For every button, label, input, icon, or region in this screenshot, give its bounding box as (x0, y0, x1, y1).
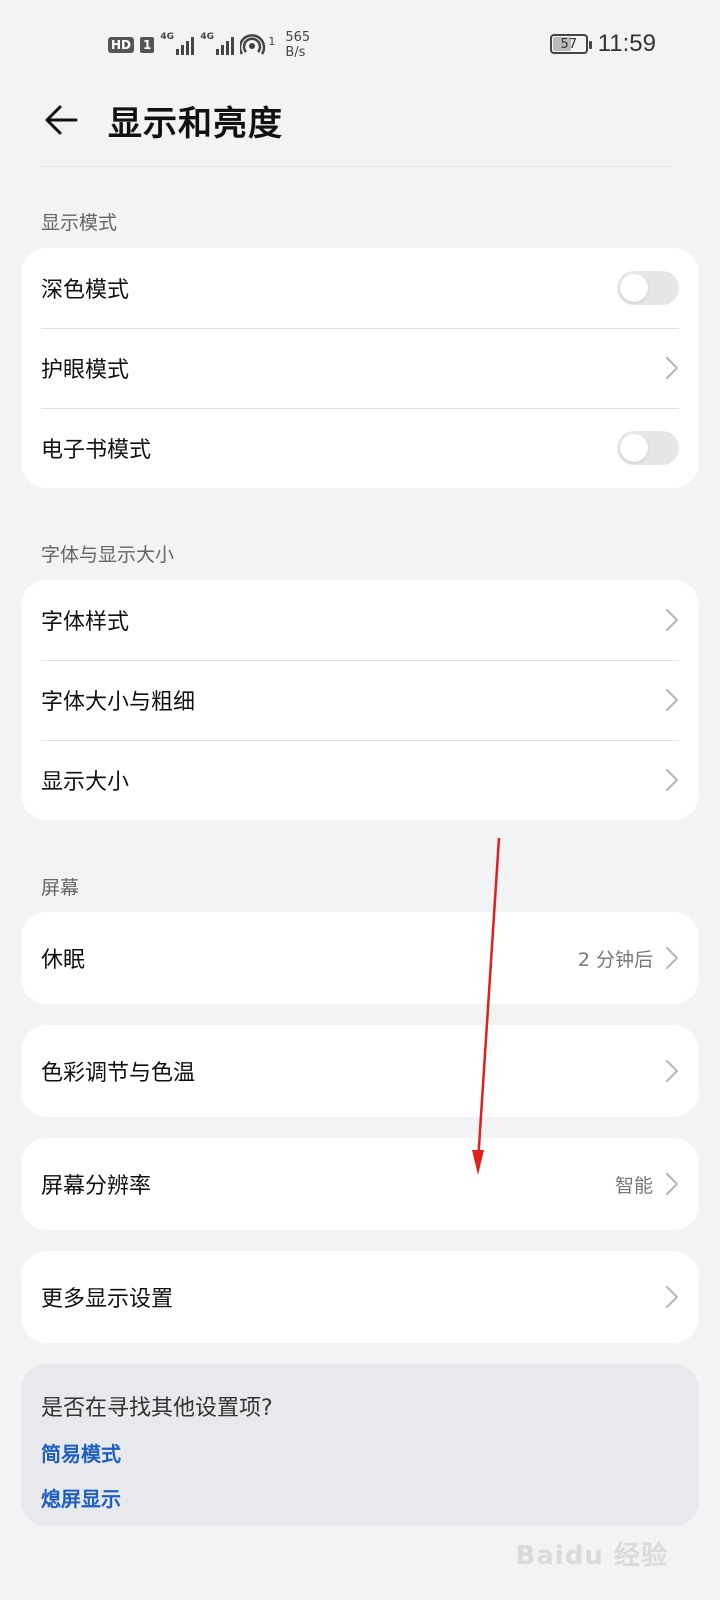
chevron-right-icon (665, 946, 679, 970)
display-size-row[interactable]: 显示大小 (21, 740, 699, 820)
resolution-value: 智能 (614, 1174, 653, 1197)
chevron-right-icon (665, 688, 679, 712)
ebook-mode-row[interactable]: 电子书模式 (21, 408, 699, 488)
color-temp-card: 色彩调节与色温 (21, 1025, 699, 1117)
hotspot-count: 1 (268, 34, 276, 48)
sleep-value: 2 分钟后 (577, 948, 653, 971)
status-right: 57 11:59 (549, 30, 656, 58)
hotspot-icon (240, 34, 266, 55)
sleep-card: 休眠 2 分钟后 (21, 912, 699, 1004)
sleep-label: 休眠 (41, 948, 86, 973)
dark-mode-label: 深色模式 (41, 278, 130, 303)
resolution-row[interactable]: 屏幕分辨率 智能 (21, 1138, 699, 1230)
more-display-label: 更多显示设置 (41, 1287, 174, 1312)
section-label-font-size: 字体与显示大小 (41, 544, 175, 566)
ebook-mode-toggle[interactable] (617, 431, 679, 465)
battery-icon: 57 (549, 34, 592, 54)
font-style-label: 字体样式 (41, 610, 130, 635)
clock: 11:59 (597, 30, 656, 57)
font-size-weight-label: 字体大小与粗细 (41, 690, 196, 715)
section-label-display-mode: 显示模式 (41, 212, 118, 234)
color-temp-label: 色彩调节与色温 (41, 1061, 196, 1086)
page-header: 显示和亮度 (0, 92, 720, 152)
suggestion-question: 是否在寻找其他设置项? (41, 1396, 273, 1421)
back-arrow-icon[interactable] (42, 100, 82, 140)
battery-level: 57 (560, 36, 577, 52)
display-size-label: 显示大小 (41, 770, 130, 795)
eye-comfort-row[interactable]: 护眼模式 (21, 328, 699, 408)
suggestion-link-simple-mode[interactable]: 简易模式 (41, 1438, 679, 1467)
toggle-knob (620, 434, 648, 462)
chevron-right-icon (665, 768, 679, 792)
chevron-right-icon (665, 356, 679, 380)
more-display-row[interactable]: 更多显示设置 (21, 1251, 699, 1343)
chevron-right-icon (665, 1285, 679, 1309)
signal-strength-icon: 4G (160, 32, 195, 55)
page-title: 显示和亮度 (108, 104, 283, 144)
font-size-weight-row[interactable]: 字体大小与粗细 (21, 660, 699, 740)
chevron-right-icon (665, 1059, 679, 1083)
hd-voice-icon: HD (108, 37, 135, 53)
watermark-logo: Baidu 经验 (515, 1541, 668, 1571)
chevron-right-icon (665, 608, 679, 632)
font-size-card: 字体样式 字体大小与粗细 显示大小 (21, 580, 699, 820)
network-speed-unit: B/s (285, 45, 306, 60)
section-label-screen: 屏幕 (41, 877, 80, 899)
toggle-knob (620, 274, 648, 302)
suggestion-card: 是否在寻找其他设置项? 简易模式 熄屏显示 (21, 1364, 699, 1526)
resolution-card: 屏幕分辨率 智能 (21, 1138, 699, 1230)
ebook-mode-label: 电子书模式 (41, 438, 152, 463)
font-style-row[interactable]: 字体样式 (21, 580, 699, 660)
suggestion-link-aod[interactable]: 熄屏显示 (41, 1483, 679, 1512)
status-left: HD 1 4G 4G 1 565 B/s (108, 30, 310, 60)
network-speed-value: 565 (285, 30, 311, 45)
network-speed: 565 B/s (285, 30, 310, 60)
signal-strength-icon-2: 4G (200, 32, 235, 55)
chevron-right-icon (665, 1172, 679, 1196)
more-display-card: 更多显示设置 (21, 1251, 699, 1343)
network-type-label-2: 4G (200, 32, 215, 42)
color-temp-row[interactable]: 色彩调节与色温 (21, 1025, 699, 1117)
network-type-label: 4G (160, 32, 175, 42)
eye-comfort-label: 护眼模式 (41, 358, 130, 383)
header-divider (40, 166, 672, 167)
dark-mode-toggle[interactable] (617, 271, 679, 305)
status-bar: HD 1 4G 4G 1 565 B/s 57 11:59 (0, 0, 720, 90)
display-mode-card: 深色模式 护眼模式 电子书模式 (21, 248, 699, 488)
resolution-label: 屏幕分辨率 (41, 1174, 152, 1199)
sleep-row[interactable]: 休眠 2 分钟后 (21, 912, 699, 1004)
sim-slot-icon: 1 (140, 37, 155, 53)
dark-mode-row[interactable]: 深色模式 (21, 248, 699, 328)
